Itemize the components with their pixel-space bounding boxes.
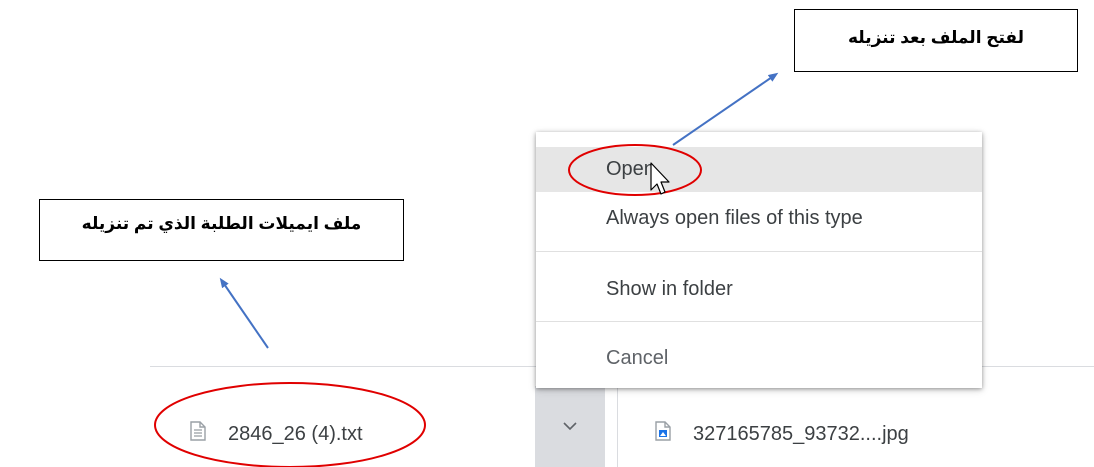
screenshot-stage: لفتح الملف بعد تنزيله ملف ايميلات الطلبة… bbox=[0, 0, 1094, 467]
arrow-to-file-callout bbox=[219, 277, 269, 349]
download-item-txt[interactable]: 2846_26 (4).txt bbox=[190, 414, 363, 454]
menu-separator bbox=[536, 251, 982, 252]
download-item-filename: 2846_26 (4).txt bbox=[228, 422, 363, 445]
menu-item-show-in-folder[interactable]: Show in folder bbox=[536, 268, 982, 310]
menu-item-always-open[interactable]: Always open files of this type bbox=[536, 196, 982, 240]
download-item-divider bbox=[617, 386, 618, 467]
menu-separator bbox=[536, 321, 982, 322]
menu-item-label: Always open files of this type bbox=[606, 206, 863, 229]
chevron-down-icon bbox=[563, 418, 577, 436]
download-item-jpg[interactable]: 327165785_93732....jpg bbox=[655, 414, 909, 454]
menu-item-cancel[interactable]: Cancel bbox=[536, 336, 982, 380]
callout-downloaded-file-text: ملف ايميلات الطلبة الذي تم تنزيله bbox=[81, 214, 362, 233]
menu-item-label: Show in folder bbox=[606, 277, 733, 300]
callout-downloaded-file: ملف ايميلات الطلبة الذي تم تنزيله bbox=[39, 199, 404, 261]
download-context-menu: Open Always open files of this type Show… bbox=[536, 132, 982, 388]
callout-open-after-download: لفتح الملف بعد تنزيله bbox=[794, 9, 1078, 72]
menu-item-open[interactable]: Open bbox=[536, 147, 982, 192]
menu-item-label: Open bbox=[606, 158, 655, 180]
download-options-button[interactable] bbox=[535, 386, 605, 467]
callout-open-after-download-text: لفتح الملف بعد تنزيله bbox=[847, 28, 1025, 47]
menu-item-label: Cancel bbox=[606, 346, 669, 369]
download-item-filename: 327165785_93732....jpg bbox=[693, 422, 909, 445]
text-file-icon bbox=[190, 421, 206, 447]
image-file-icon bbox=[655, 421, 671, 447]
